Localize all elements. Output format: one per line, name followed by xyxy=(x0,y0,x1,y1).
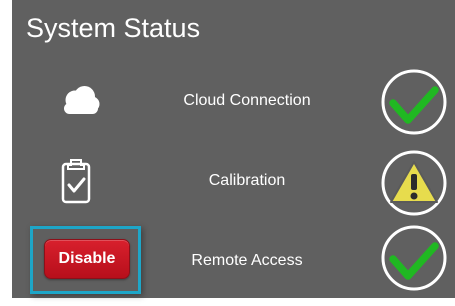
check-circle-icon xyxy=(381,69,447,135)
calibration-label: Calibration xyxy=(208,172,286,189)
cloud-icon xyxy=(59,86,101,116)
system-status-panel: System Status Cloud Connection Calibrati… xyxy=(12,0,455,298)
panel-title: System Status xyxy=(26,13,201,43)
disable-button-focus-frame: Disable xyxy=(30,226,141,294)
clipboard-check-icon xyxy=(60,157,92,205)
check-circle-icon xyxy=(381,225,447,291)
cloud-connection-label: Cloud Connection xyxy=(183,92,311,109)
disable-button[interactable]: Disable xyxy=(44,239,130,279)
remote-access-label: Remote Access xyxy=(191,252,303,269)
warning-circle-icon xyxy=(381,150,447,216)
